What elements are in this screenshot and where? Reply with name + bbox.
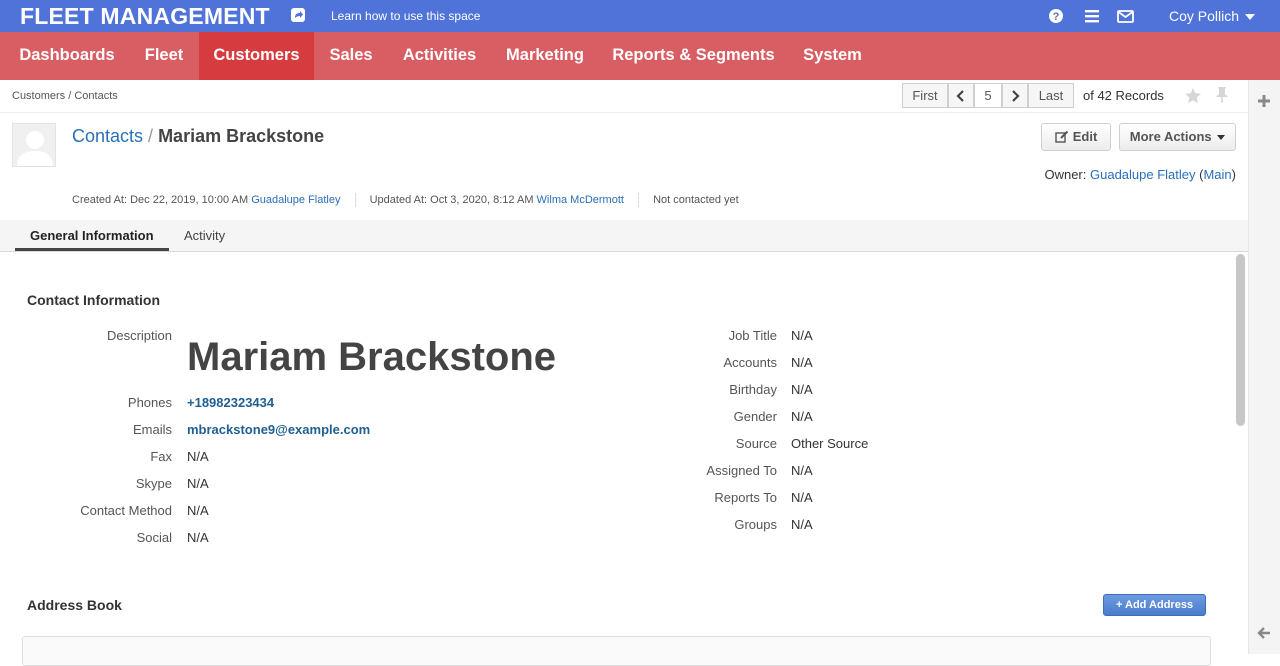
plus-icon[interactable]	[1256, 93, 1272, 109]
phones-label: Phones	[127, 395, 172, 410]
pager-last-button[interactable]: Last	[1028, 83, 1074, 108]
title-separator: /	[148, 126, 154, 146]
top-bar: FLEET MANAGEMENT Learn how to use this s…	[0, 0, 1280, 32]
skype-value: N/A	[187, 476, 209, 491]
contact-method-label: Contact Method	[80, 503, 172, 518]
job-title-label: Job Title	[728, 328, 777, 343]
owner-label: Owner:	[1044, 167, 1087, 182]
assigned-to-value: N/A	[791, 463, 813, 478]
avatar	[12, 123, 56, 167]
arrow-left-icon[interactable]	[1256, 625, 1272, 641]
chevron-right-icon	[1012, 90, 1020, 102]
address-book-title: Address Book	[27, 597, 122, 613]
nav-item-marketing[interactable]: Marketing	[491, 32, 599, 80]
contact-name: Mariam Brackstone	[158, 126, 325, 146]
share-icon[interactable]	[291, 8, 305, 22]
address-book-panel	[22, 636, 1211, 666]
owner-info: Owner: Guadalupe Flatley (Main)	[1044, 167, 1236, 182]
chevron-down-icon	[1245, 14, 1256, 21]
description-label: Description	[106, 328, 172, 343]
user-name: Coy Pollich	[1169, 8, 1240, 24]
more-actions-button[interactable]: More Actions	[1119, 123, 1236, 151]
help-icon[interactable]: ?	[1048, 8, 1064, 24]
pager-next-button[interactable]	[1002, 83, 1028, 108]
edit-icon	[1055, 130, 1068, 143]
brand-logo[interactable]: FLEET MANAGEMENT	[20, 3, 270, 30]
updated-at: Updated At: Oct 3, 2020, 8:12 AM	[369, 193, 534, 206]
fax-label: Fax	[150, 449, 172, 464]
divider	[0, 112, 1248, 113]
record-meta: Created At: Dec 22, 2019, 10:00 AM Guada…	[72, 193, 739, 207]
scrollbar-thumb[interactable]	[1236, 254, 1245, 426]
tab-general-information[interactable]: General Information	[30, 228, 154, 243]
contacts-link[interactable]: Contacts	[72, 126, 143, 146]
nav-item-activities[interactable]: Activities	[388, 32, 491, 80]
pin-icon[interactable]	[1214, 86, 1230, 104]
source-value: Other Source	[791, 436, 869, 451]
more-actions-label: More Actions	[1129, 129, 1212, 144]
caret-down-icon	[1217, 135, 1226, 141]
job-title-value: N/A	[791, 328, 813, 343]
gender-value: N/A	[791, 409, 813, 424]
gender-label: Gender	[733, 409, 777, 424]
groups-label: Groups	[734, 517, 777, 532]
created-by-link[interactable]: Guadalupe Flatley	[251, 194, 340, 206]
updated-by-link[interactable]: Wilma McDermott	[537, 194, 624, 206]
mail-icon[interactable]	[1117, 8, 1134, 24]
social-label: Social	[136, 530, 172, 545]
business-unit-link[interactable]: Main	[1203, 167, 1231, 182]
chevron-left-icon	[956, 90, 964, 102]
pager-current-page[interactable]: 5	[974, 83, 1002, 108]
nav-item-sales[interactable]: Sales	[314, 32, 388, 80]
contact-information-title: Contact Information	[27, 292, 160, 308]
source-label: Source	[735, 436, 777, 451]
meta-separator	[354, 193, 356, 207]
nav-item-reports-segments[interactable]: Reports & Segments	[599, 32, 788, 80]
main-nav: Dashboards Fleet Customers Sales Activit…	[0, 32, 1280, 80]
phone-link[interactable]: +18982323434	[187, 395, 274, 410]
right-sidebar	[1248, 80, 1280, 654]
add-address-button[interactable]: + Add Address	[1103, 594, 1206, 616]
user-menu[interactable]: Coy Pollich	[1169, 8, 1256, 24]
breadcrumb: Customers / Contacts	[12, 90, 118, 102]
page-title: Contacts / Mariam Brackstone	[72, 126, 324, 147]
description-value: Mariam Brackstone	[187, 335, 557, 379]
records-count: of 42 Records	[1083, 88, 1164, 103]
skype-label: Skype	[135, 476, 172, 491]
reports-to-label: Reports To	[714, 490, 777, 505]
groups-value: N/A	[791, 517, 813, 532]
edit-label: Edit	[1072, 129, 1098, 144]
created-at: Created At: Dec 22, 2019, 10:00 AM	[72, 193, 249, 206]
contacted-status: Not contacted yet	[653, 193, 739, 206]
nav-item-fleet[interactable]: Fleet	[129, 32, 199, 80]
email-link[interactable]: mbrackstone9@example.com	[187, 422, 370, 437]
meta-separator	[638, 193, 639, 207]
nav-item-dashboards[interactable]: Dashboards	[5, 32, 129, 80]
active-tab-indicator	[15, 248, 169, 251]
pager-prev-button[interactable]	[948, 83, 974, 108]
edit-button[interactable]: Edit	[1041, 123, 1111, 151]
owner-link[interactable]: Guadalupe Flatley	[1090, 167, 1196, 182]
star-icon[interactable]	[1184, 87, 1202, 105]
svg-text:?: ?	[1053, 11, 1060, 23]
assigned-to-label: Assigned To	[706, 463, 777, 478]
reports-to-value: N/A	[791, 490, 813, 505]
birthday-label: Birthday	[729, 382, 777, 397]
learn-link[interactable]: Learn how to use this space	[331, 9, 480, 23]
pager-first-button[interactable]: First	[902, 83, 948, 108]
social-value: N/A	[187, 530, 209, 545]
birthday-value: N/A	[791, 382, 813, 397]
emails-label: Emails	[132, 422, 172, 437]
accounts-label: Accounts	[723, 355, 777, 370]
accounts-value: N/A	[791, 355, 813, 370]
contact-method-value: N/A	[187, 503, 209, 518]
nav-item-customers[interactable]: Customers	[199, 32, 314, 80]
nav-item-system[interactable]: System	[788, 32, 877, 80]
fax-value: N/A	[187, 449, 209, 464]
menu-icon[interactable]	[1084, 8, 1100, 24]
tab-activity[interactable]: Activity	[184, 228, 225, 243]
